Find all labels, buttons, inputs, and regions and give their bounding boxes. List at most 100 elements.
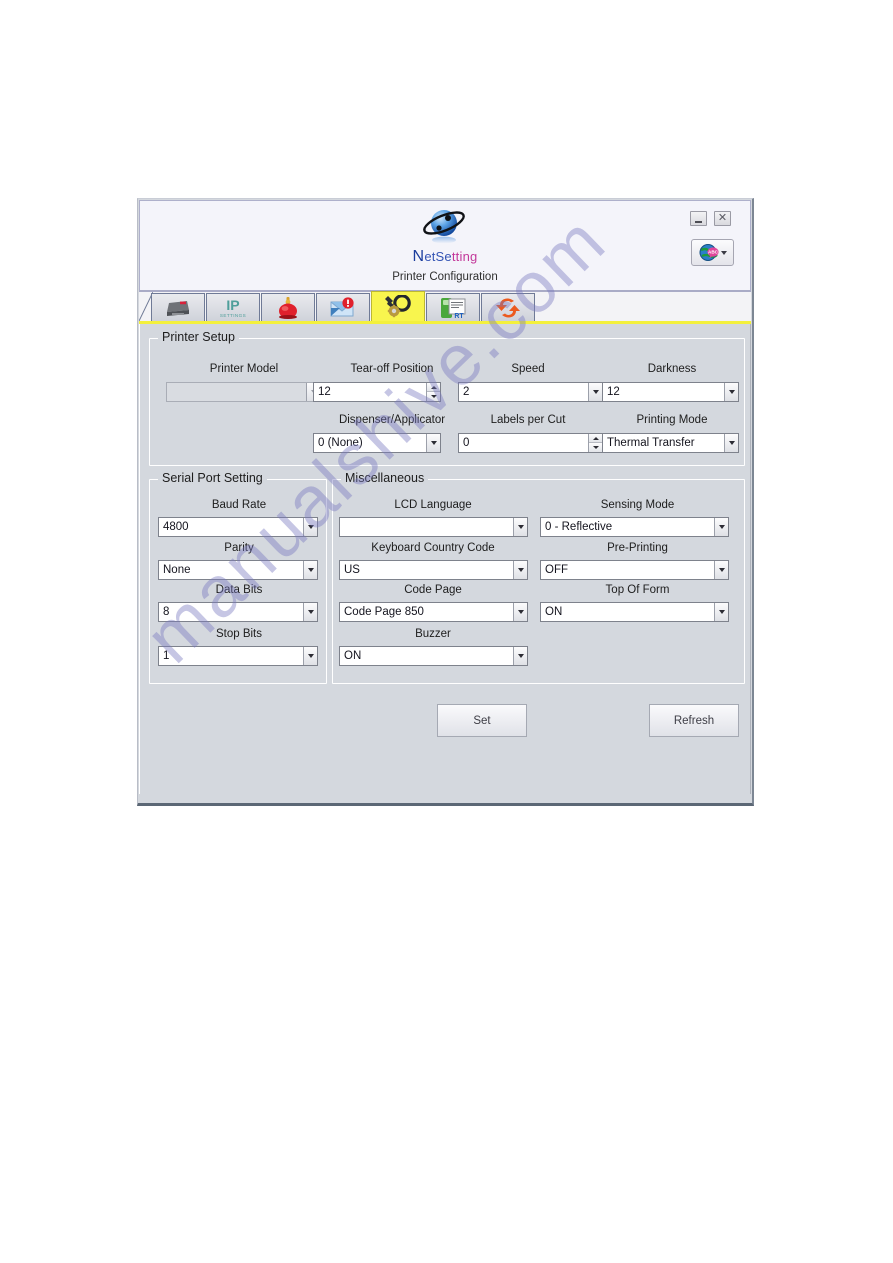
printer-model-value [167, 383, 306, 401]
brand-block: NetSetting Printer Configuration [140, 205, 750, 283]
caret-up-icon [592, 436, 599, 440]
chevron-down-icon [720, 250, 727, 255]
label-lcd-language: LCD Language [394, 499, 472, 511]
minimize-icon [695, 221, 702, 223]
printing-mode-value: Thermal Transfer [607, 437, 695, 449]
labels-per-cut-value: 0 [463, 437, 470, 449]
svg-text:SETTINGS: SETTINGS [220, 313, 246, 318]
tab-printer-configuration[interactable] [371, 291, 425, 321]
parity-combo[interactable]: None [158, 560, 318, 580]
data-bits-dropdown-button[interactable] [303, 603, 317, 621]
dispenser-applicator-dropdown-button[interactable] [426, 434, 440, 452]
buzzer-dropdown-button[interactable] [513, 647, 527, 665]
netsetting-window: NetSetting Printer Configuration ✕ ABC I… [137, 198, 754, 806]
sensing-mode-dropdown-button[interactable] [714, 518, 728, 536]
caret-down-icon [592, 446, 599, 449]
caret-up-icon [430, 385, 437, 389]
stepper-up-button[interactable] [427, 383, 440, 392]
pre-printing-dropdown-button[interactable] [714, 561, 728, 579]
miscellaneous-group: Miscellaneous LCD Language Keyboard Coun… [332, 471, 745, 684]
code-page-combo[interactable]: Code Page 850 [339, 602, 528, 622]
keyboard-country-code-dropdown-button[interactable] [513, 561, 527, 579]
label-darkness: Darkness [647, 363, 697, 375]
tab-mail-alert[interactable] [316, 293, 370, 321]
serial-port-setting-group: Serial Port Setting Baud Rate 4800 Parit… [149, 471, 327, 684]
label-labels-per-cut: Labels per Cut [490, 414, 566, 426]
label-speed: Speed [511, 363, 545, 375]
tab-strip: IP SETTINGS RT [139, 291, 751, 324]
label-baud-rate: Baud Rate [211, 499, 267, 511]
top-of-form-dropdown-button[interactable] [714, 603, 728, 621]
refresh-button-label: Refresh [673, 714, 715, 727]
netsetting-globe-logo [417, 205, 473, 251]
close-button[interactable]: ✕ [714, 211, 731, 226]
top-of-form-value: ON [545, 606, 563, 618]
sensing-mode-combo[interactable]: 0 - Reflective [540, 517, 729, 537]
minimize-button[interactable] [690, 211, 707, 226]
top-of-form-combo[interactable]: ON [540, 602, 729, 622]
printer-model-combo[interactable] [166, 382, 321, 402]
stop-bits-dropdown-button[interactable] [303, 647, 317, 665]
stepper-down-button[interactable] [427, 392, 440, 401]
pre-printing-combo[interactable]: OFF [540, 560, 729, 580]
tab-reset[interactable] [481, 293, 535, 321]
dispenser-applicator-value: 0 (None) [318, 437, 363, 449]
stepper-down-button[interactable] [589, 443, 602, 452]
printing-mode-combo[interactable]: Thermal Transfer [602, 433, 739, 453]
tab-file-download[interactable]: RT [426, 293, 480, 321]
speed-combo[interactable]: 2 [458, 382, 603, 402]
lcd-language-dropdown-button[interactable] [513, 518, 527, 536]
data-bits-combo[interactable]: 8 [158, 602, 318, 622]
tear-off-position-value: 12 [318, 386, 331, 398]
code-page-dropdown-button[interactable] [513, 603, 527, 621]
buzzer-value: ON [344, 650, 362, 662]
chevron-down-icon [718, 525, 725, 529]
miscellaneous-legend: Miscellaneous [341, 471, 429, 485]
stepper-up-button[interactable] [589, 434, 602, 443]
tab-ip-settings[interactable]: IP SETTINGS [206, 293, 260, 321]
darkness-value: 12 [607, 386, 620, 398]
chevron-down-icon [728, 441, 735, 445]
stop-bits-combo[interactable]: 1 [158, 646, 318, 666]
set-button-label: Set [473, 714, 491, 727]
label-stop-bits: Stop Bits [215, 628, 263, 640]
tab-alert[interactable] [261, 293, 315, 321]
chevron-down-icon [718, 610, 725, 614]
chevron-down-icon [517, 525, 524, 529]
tear-off-position-stepper[interactable] [426, 383, 440, 401]
refresh-button[interactable]: Refresh [649, 704, 739, 737]
language-selector-button[interactable]: ABC [691, 239, 734, 266]
chevron-down-icon [517, 654, 524, 658]
darkness-combo[interactable]: 12 [602, 382, 739, 402]
chevron-down-icon [430, 441, 437, 445]
darkness-dropdown-button[interactable] [724, 383, 738, 401]
wrench-gear-icon [385, 294, 411, 317]
printer-setup-group: Printer Setup Printer Model Tear-off Pos… [149, 330, 745, 466]
pre-printing-value: OFF [545, 564, 568, 576]
set-button[interactable]: Set [437, 704, 527, 737]
tab-printer[interactable] [151, 293, 205, 321]
chevron-down-icon [517, 610, 524, 614]
title-bar: NetSetting Printer Configuration ✕ ABC [139, 200, 751, 292]
content-pane: Printer Setup Printer Model Tear-off Pos… [139, 324, 751, 794]
tear-off-position-spinner[interactable]: 12 [313, 382, 441, 402]
printing-mode-dropdown-button[interactable] [724, 434, 738, 452]
buzzer-combo[interactable]: ON [339, 646, 528, 666]
alarm-bell-icon [279, 296, 297, 319]
labels-per-cut-spinner[interactable]: 0 [458, 433, 603, 453]
label-printer-model: Printer Model [209, 363, 279, 375]
baud-rate-combo[interactable]: 4800 [158, 517, 318, 537]
parity-dropdown-button[interactable] [303, 561, 317, 579]
labels-per-cut-stepper[interactable] [588, 434, 602, 452]
brand-suffix: tting [451, 249, 478, 264]
chevron-down-icon [307, 568, 314, 572]
dispenser-applicator-combo[interactable]: 0 (None) [313, 433, 441, 453]
chevron-down-icon [307, 654, 314, 658]
chevron-down-icon [592, 390, 599, 394]
baud-rate-dropdown-button[interactable] [303, 518, 317, 536]
lcd-language-combo[interactable] [339, 517, 528, 537]
lcd-language-value [340, 518, 513, 536]
keyboard-country-code-combo[interactable]: US [339, 560, 528, 580]
chevron-down-icon [307, 610, 314, 614]
speed-dropdown-button[interactable] [588, 383, 602, 401]
